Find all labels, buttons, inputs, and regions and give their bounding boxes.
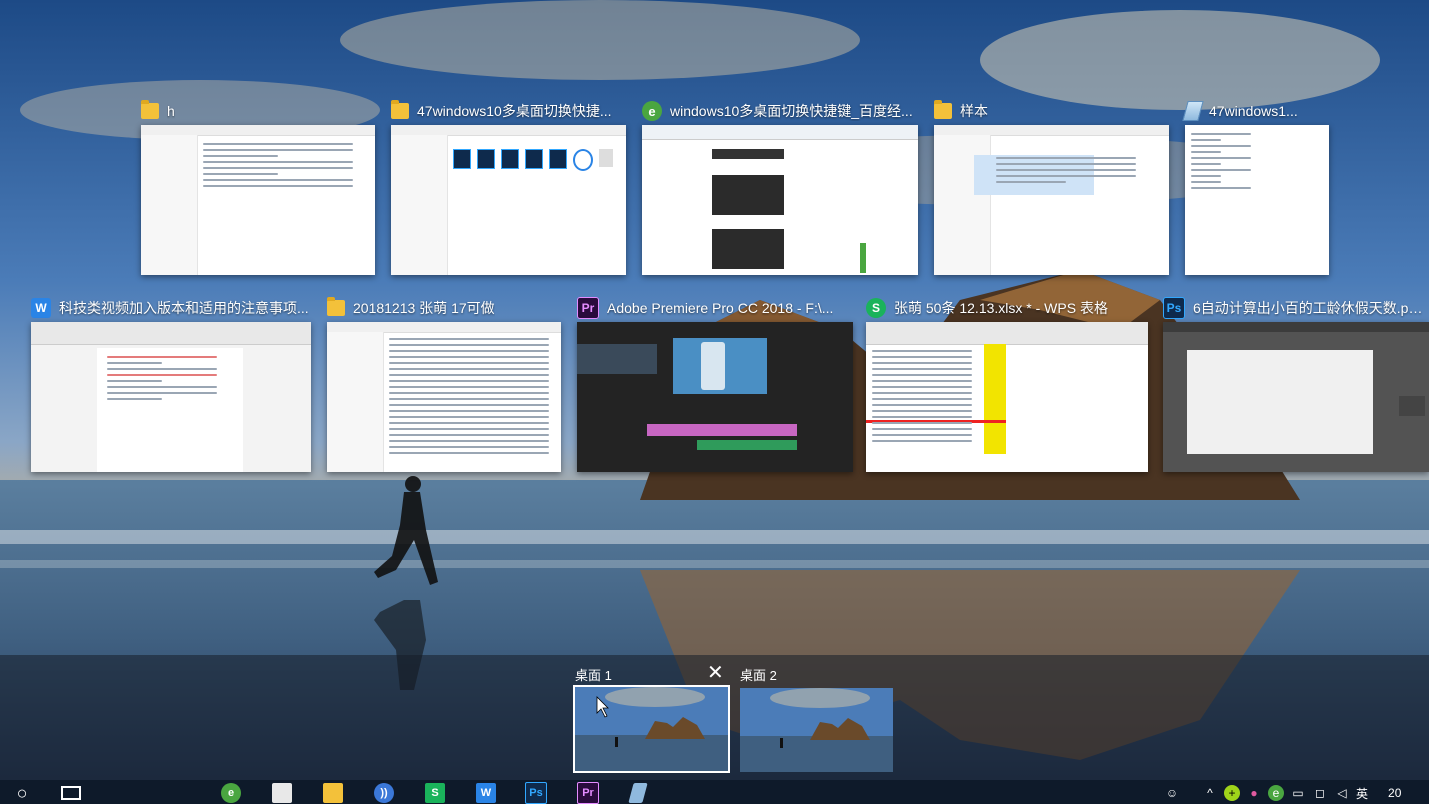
wps-writer-icon: W [31, 298, 51, 318]
search-button[interactable]: ○ [10, 782, 34, 804]
volume-icon[interactable]: ◁ [1334, 785, 1350, 801]
taskbar-app-file-explorer[interactable] [321, 782, 345, 804]
window-thumbnail[interactable] [1185, 125, 1329, 275]
window-title: Adobe Premiere Pro CC 2018 - F:\... [607, 300, 834, 316]
desktop-2-thumbnail[interactable] [740, 688, 893, 772]
tray-app-pink-icon[interactable]: ● [1246, 785, 1262, 801]
folder-icon [934, 100, 952, 119]
window-thumbnail[interactable] [934, 125, 1169, 275]
virtual-desktops-bar: 桌面 1 ✕ 桌面 2 [0, 655, 1429, 780]
window-card-browser[interactable]: e windows10多桌面切换快捷键_百度经... [642, 97, 918, 277]
tray-app-plus-icon[interactable]: + [1224, 785, 1240, 801]
window-card-header: W 科技类视频加入版本和适用的注意事项... [31, 294, 311, 322]
premiere-icon: Pr [577, 297, 599, 319]
window-thumbnail[interactable] [31, 322, 311, 472]
window-card-notepad[interactable]: 47windows1... [1182, 97, 1329, 277]
window-thumbnail[interactable] [141, 125, 375, 275]
photoshop-icon: Ps [1163, 297, 1185, 319]
network-icon[interactable]: ◻ [1312, 785, 1328, 801]
window-card-header: Pr Adobe Premiere Pro CC 2018 - F:\... [577, 294, 853, 322]
window-title: 6自动计算出小百的工龄休假天数.psd... [1193, 300, 1429, 316]
task-view-button[interactable] [58, 782, 84, 804]
taskbar-app-premiere[interactable]: Pr [576, 782, 600, 804]
wps-sheet-icon: S [425, 783, 445, 803]
window-card-folder-h[interactable]: h [141, 97, 375, 277]
notepad-icon [628, 783, 648, 803]
folder-icon [327, 297, 345, 316]
tray-app-green-icon[interactable]: e [1268, 785, 1284, 801]
store-icon [272, 783, 292, 803]
window-card-header: e windows10多桌面切换快捷键_百度经... [642, 97, 918, 125]
window-card-wps-writer[interactable]: W 科技类视频加入版本和适用的注意事项... [31, 294, 311, 474]
taskbar-app-notepad[interactable] [626, 782, 650, 804]
window-card-premiere[interactable]: Pr Adobe Premiere Pro CC 2018 - F:\... [577, 294, 853, 474]
browser-icon: e [221, 783, 241, 803]
desktop-1-thumbnail[interactable] [573, 685, 730, 773]
search-icon: ○ [16, 782, 28, 803]
window-card-folder-sample[interactable]: 样本 [934, 97, 1169, 277]
window-thumbnail[interactable] [391, 125, 626, 275]
taskbar-app-wps-writer[interactable]: W [474, 782, 498, 804]
premiere-icon: Pr [577, 782, 599, 804]
window-title: 47windows10多桌面切换快捷... [417, 103, 612, 119]
window-title: 样本 [960, 103, 988, 119]
folder-icon [391, 100, 409, 119]
window-title: 科技类视频加入版本和适用的注意事项... [59, 300, 309, 316]
window-title: 张萌 50条 12.13.xlsx * - WPS 表格 [894, 300, 1108, 316]
input-language[interactable]: 英 [1356, 785, 1368, 801]
keyboard-icon[interactable]: ▭ [1290, 785, 1306, 801]
window-card-folder-47windows10[interactable]: 47windows10多桌面切换快捷... [391, 97, 626, 277]
task-view-icon [61, 786, 81, 800]
window-card-header: 样本 [934, 97, 1169, 125]
taskbar: ○ e )) S W Ps Pr ☺ ^ + ● e ▭ ◻ ◁ 英 20 [0, 780, 1429, 804]
taskbar-app-photoshop[interactable]: Ps [524, 782, 548, 804]
clock-text[interactable]: 20 [1388, 786, 1401, 800]
window-card-header: 20181213 张萌 17可做 [327, 294, 561, 322]
taskbar-app-browser[interactable]: e [219, 782, 243, 804]
chevron-up-icon[interactable]: ^ [1202, 785, 1218, 801]
window-card-header: Ps 6自动计算出小百的工龄休假天数.psd... [1163, 294, 1429, 322]
window-card-wps-sheet[interactable]: S 张萌 50条 12.13.xlsx * - WPS 表格 [866, 294, 1148, 474]
photoshop-icon: Ps [525, 782, 547, 804]
system-tray: ☺ ^ + ● e ▭ ◻ ◁ 英 20 [1164, 782, 1401, 804]
window-card-photoshop[interactable]: Ps 6自动计算出小百的工龄休假天数.psd... [1163, 294, 1429, 474]
wps-sheet-icon: S [866, 298, 886, 318]
window-title: h [167, 103, 175, 119]
window-title: 20181213 张萌 17可做 [353, 300, 495, 316]
desktop-2-wallpaper [740, 688, 893, 772]
window-thumbnail[interactable] [577, 322, 853, 472]
window-title: windows10多桌面切换快捷键_百度经... [670, 103, 913, 119]
folder-icon [141, 100, 159, 119]
taskbar-app-store[interactable] [270, 782, 294, 804]
desktop-1-label: 桌面 1 [575, 668, 612, 683]
close-desktop-button[interactable]: ✕ [707, 663, 724, 683]
browser-icon: e [642, 101, 662, 121]
window-thumbnail[interactable] [1163, 322, 1429, 472]
file-explorer-icon [323, 783, 343, 803]
network-app-icon: )) [374, 783, 394, 803]
notepad-icon [1182, 101, 1204, 121]
window-thumbnail[interactable] [327, 322, 561, 472]
desktop-2-label: 桌面 2 [740, 668, 777, 683]
window-card-header: 47windows1... [1182, 97, 1329, 125]
window-card-header: 47windows10多桌面切换快捷... [391, 97, 626, 125]
desktop-1-wallpaper [575, 687, 728, 771]
window-thumbnail[interactable] [642, 125, 918, 275]
window-thumbnail[interactable] [866, 322, 1148, 472]
taskbar-app-network[interactable]: )) [372, 782, 396, 804]
wps-writer-icon: W [476, 783, 496, 803]
taskbar-app-wps-sheet[interactable]: S [423, 782, 447, 804]
window-card-header: h [141, 97, 375, 125]
window-card-folder-20181213[interactable]: 20181213 张萌 17可做 [327, 294, 561, 474]
people-icon[interactable]: ☺ [1164, 785, 1180, 801]
window-card-header: S 张萌 50条 12.13.xlsx * - WPS 表格 [866, 294, 1148, 322]
window-title: 47windows1... [1209, 103, 1298, 119]
